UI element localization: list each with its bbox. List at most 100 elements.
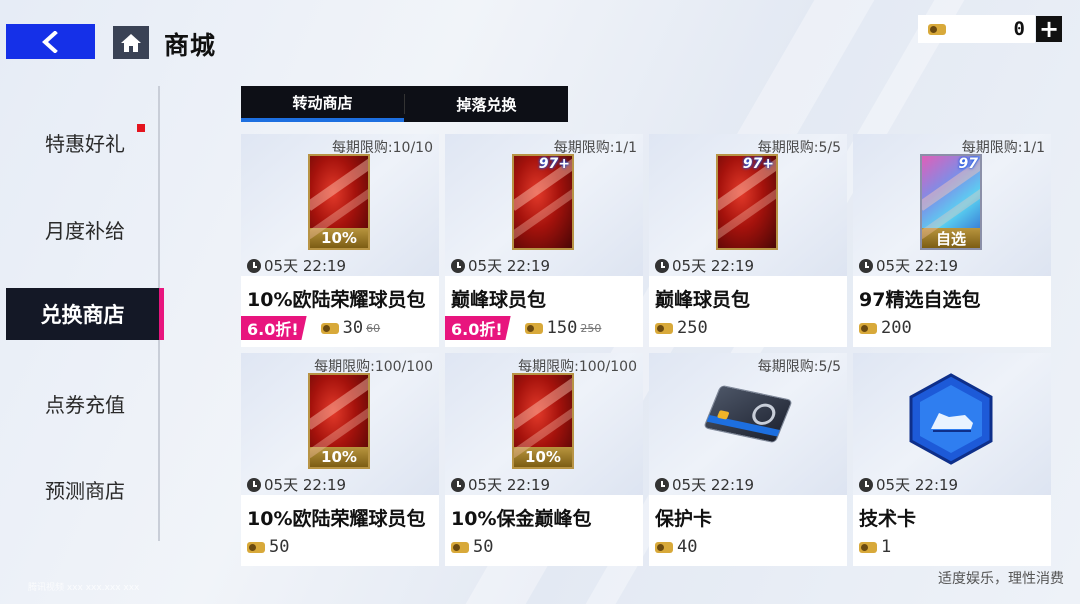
sidebar-item-recharge[interactable]: 点券充值 <box>6 377 164 429</box>
health-notice: 适度娱乐，理性消费 <box>938 571 1064 587</box>
product-card[interactable]: 每期限购:1/1 97+ 05天 22:19 巅峰球员包 6.0折! 150 2… <box>445 134 643 347</box>
product-image-area: 每期限购:5/5 97+ 05天 22:19 <box>649 134 847 276</box>
product-image-area: 每期限购:5/5 05天 22:19 <box>649 353 847 495</box>
sidebar-item-label: 月度补给 <box>45 218 125 243</box>
price: 250 <box>677 318 708 338</box>
player-pack-image: 10% <box>308 154 370 250</box>
price-row: 6.0折! 150 250 <box>445 316 601 340</box>
back-arrow-icon <box>41 30 58 53</box>
clock-icon <box>655 258 669 273</box>
price: 50 <box>473 537 494 557</box>
purchase-limit: 每期限购:5/5 <box>757 359 841 375</box>
discount-badge: 6.0折! <box>241 316 307 340</box>
product-info: 技术卡 1 <box>853 495 1051 566</box>
pack-rating: 97+ <box>742 156 774 172</box>
product-image-area: 每期限购:100/100 10% 05天 22:19 <box>445 353 643 495</box>
sidebar-item-exchange-shop[interactable]: 兑换商店 <box>6 288 164 340</box>
original-price: 250 <box>580 321 602 335</box>
sidebar-item-prediction-shop[interactable]: 预测商店 <box>6 463 164 515</box>
timer-text: 05天 22:19 <box>672 476 755 494</box>
clock-icon <box>655 477 669 492</box>
product-image-area: 每期限购:100/100 10% 05天 22:19 <box>241 353 439 495</box>
add-currency-button[interactable]: + <box>1036 16 1062 42</box>
coupon-icon <box>451 541 469 553</box>
home-icon <box>121 33 141 52</box>
sidebar-item-label: 点券充值 <box>45 392 125 417</box>
pack-rating: 97 <box>958 156 978 172</box>
selection-pack-image: 97 自选 <box>920 154 982 250</box>
clock-icon <box>451 258 465 273</box>
sidebar-item-label: 兑换商店 <box>40 303 125 327</box>
product-name: 10%欧陆荣耀球员包 <box>247 508 426 530</box>
product-card[interactable]: 每期限购:10/10 10% 05天 22:19 10%欧陆荣耀球员包 6.0折… <box>241 134 439 347</box>
sidebar-item-label: 预测商店 <box>45 478 125 503</box>
timer-text: 05天 22:19 <box>876 476 959 494</box>
product-card[interactable]: 每期限购:100/100 10% 05天 22:19 10%保金巅峰包 50 <box>445 353 643 566</box>
countdown-timer: 05天 22:19 <box>451 474 550 495</box>
notification-badge <box>137 124 145 132</box>
product-name: 97精选自选包 <box>859 289 981 311</box>
countdown-timer: 05天 22:19 <box>859 255 958 276</box>
product-name: 技术卡 <box>859 508 917 530</box>
original-price: 60 <box>366 321 381 335</box>
watermark: 腾讯视频 xxx xxx.xxx xxx <box>28 583 140 593</box>
price-row: 1 <box>853 535 891 559</box>
product-info: 97精选自选包 200 <box>853 276 1051 347</box>
coupon-icon <box>655 322 673 334</box>
pack-label: 10% <box>310 447 368 467</box>
countdown-timer: 05天 22:19 <box>451 255 550 276</box>
timer-text: 05天 22:19 <box>468 476 551 494</box>
product-card[interactable]: 05天 22:19 技术卡 1 <box>853 353 1051 566</box>
currency-display: 0 <box>918 15 1035 43</box>
shop-tabs: 转动商店 掉落兑换 <box>241 86 568 122</box>
price-row: 50 <box>445 535 493 559</box>
page-title: 商城 <box>164 31 217 60</box>
sidebar-item-monthly-supply[interactable]: 月度补给 <box>6 203 164 255</box>
pack-rating: 97+ <box>538 156 570 172</box>
player-pack-image: 10% <box>308 373 370 469</box>
currency-amount: 0 <box>1013 18 1025 40</box>
product-name: 保护卡 <box>655 508 713 530</box>
price-row: 6.0折! 30 60 <box>241 316 380 340</box>
sidebar-item-label: 特惠好礼 <box>45 131 125 156</box>
timer-text: 05天 22:19 <box>468 257 551 275</box>
countdown-timer: 05天 22:19 <box>859 474 958 495</box>
product-card[interactable]: 每期限购:5/5 97+ 05天 22:19 巅峰球员包 250 <box>649 134 847 347</box>
price: 200 <box>881 318 912 338</box>
countdown-timer: 05天 22:19 <box>247 255 346 276</box>
pack-label: 10% <box>310 228 368 248</box>
product-info: 巅峰球员包 250 <box>649 276 847 347</box>
coupon-icon <box>247 541 265 553</box>
tab-drop-exchange[interactable]: 掉落兑换 <box>405 86 568 122</box>
discount-badge: 6.0折! <box>445 316 511 340</box>
coupon-icon <box>859 322 877 334</box>
product-image-area: 每期限购:10/10 10% 05天 22:19 <box>241 134 439 276</box>
clock-icon <box>247 258 261 273</box>
coupon-icon <box>320 322 339 334</box>
product-info: 巅峰球员包 6.0折! 150 250 <box>445 276 643 347</box>
product-card[interactable]: 每期限购:100/100 10% 05天 22:19 10%欧陆荣耀球员包 50 <box>241 353 439 566</box>
price: 150 <box>546 318 578 338</box>
product-info: 10%保金巅峰包 50 <box>445 495 643 566</box>
product-image-area: 05天 22:19 <box>853 353 1051 495</box>
countdown-timer: 05天 22:19 <box>247 474 346 495</box>
price: 40 <box>677 537 698 557</box>
player-pack-image: 10% <box>512 373 574 469</box>
product-card[interactable]: 每期限购:5/5 05天 22:19 保护卡 40 <box>649 353 847 566</box>
price-row: 50 <box>241 535 289 559</box>
countdown-timer: 05天 22:19 <box>655 255 754 276</box>
timer-text: 05天 22:19 <box>672 257 755 275</box>
timer-text: 05天 22:19 <box>264 257 347 275</box>
clock-icon <box>451 477 465 492</box>
product-name: 巅峰球员包 <box>451 289 547 311</box>
clock-icon <box>859 477 873 492</box>
coupon-icon <box>655 541 673 553</box>
product-card[interactable]: 每期限购:1/1 97 自选 05天 22:19 97精选自选包 200 <box>853 134 1051 347</box>
home-button[interactable] <box>113 26 149 59</box>
countdown-timer: 05天 22:19 <box>655 474 754 495</box>
protection-card-icon <box>703 384 793 444</box>
coupon-icon <box>928 23 946 35</box>
tab-rotating-shop[interactable]: 转动商店 <box>241 86 404 122</box>
pack-label: 10% <box>514 447 572 467</box>
back-button[interactable] <box>6 24 95 59</box>
